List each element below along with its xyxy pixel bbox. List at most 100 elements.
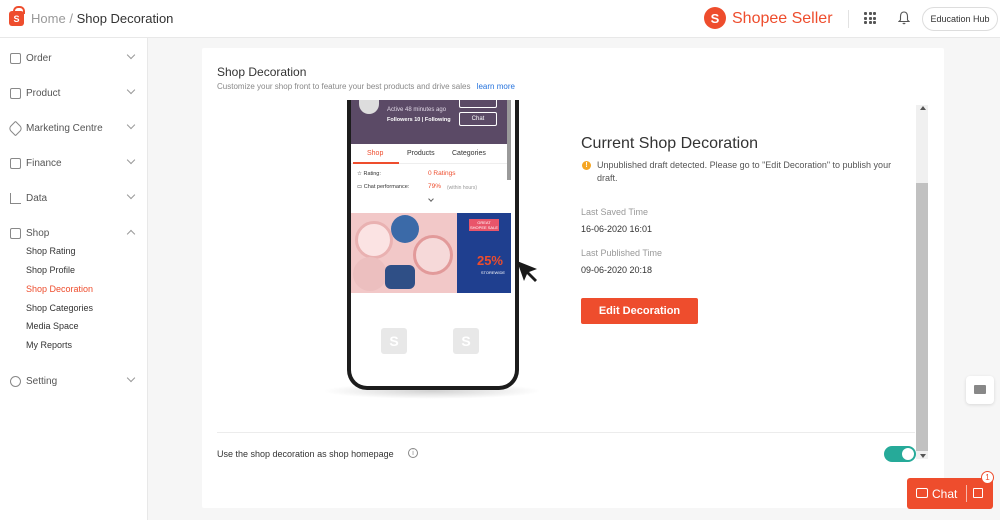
sidebar-item-product[interactable]: Product <box>0 85 148 105</box>
info-icon[interactable]: i <box>408 448 418 458</box>
chevron-down-icon <box>126 155 136 165</box>
shop-icon <box>10 228 21 239</box>
phone-tab-products: Products <box>407 150 435 157</box>
scroll-down-arrow-icon[interactable] <box>920 454 926 458</box>
chevron-down-icon <box>126 373 136 383</box>
order-icon <box>10 53 21 64</box>
sidebar-sub-my-reports[interactable]: My Reports <box>26 340 72 350</box>
shopee-logo-icon[interactable]: S <box>704 7 726 29</box>
sidebar-sub-shop-categories[interactable]: Shop Categories <box>26 303 93 313</box>
learn-more-link[interactable]: learn more <box>477 82 515 91</box>
tag-icon <box>7 120 24 137</box>
phone-chat-label: Chat <box>471 116 485 122</box>
phone-chat-perf-label: ▭ Chat performance: <box>357 184 410 190</box>
sidebar-sub-media-space[interactable]: Media Space <box>26 321 79 331</box>
phone-rating-label: ☆ Rating: <box>357 171 381 177</box>
sidebar-item-shop[interactable]: Shop <box>0 225 148 245</box>
shopee-bag-icon[interactable]: S <box>9 6 25 26</box>
phone-tab-categories: Categories <box>452 150 486 157</box>
chat-divider <box>966 485 967 502</box>
draft-warning-text: Unpublished draft detected. Please go to… <box>597 160 892 183</box>
phone-tab-indicator <box>353 162 399 164</box>
phone-rating-value: 0 Ratings <box>428 170 456 177</box>
brand-name[interactable]: Shopee Seller <box>732 10 833 28</box>
chat-bubble-icon <box>916 488 928 498</box>
chat-unread-badge: 1 <box>981 471 994 484</box>
product-icon <box>10 88 21 99</box>
chevron-down-icon <box>126 190 136 200</box>
chevron-down-icon <box>126 85 136 95</box>
phone-banner-image: GREAT SHOPEE SALE 25% STOREWIDE <box>351 213 511 293</box>
phone-followers: Followers 10 | Following <box>387 117 451 123</box>
shopee-bag-icon: S <box>453 328 479 354</box>
sidebar-item-label: Setting <box>26 376 58 387</box>
scroll-up-arrow-icon[interactable] <box>920 106 926 110</box>
last-saved-label: Last Saved Time <box>581 207 649 217</box>
warning-icon: ! <box>582 161 591 170</box>
chevron-down-icon <box>126 120 136 130</box>
breadcrumb-separator: / <box>69 11 73 26</box>
shop-avatar <box>359 100 379 114</box>
sidebar-item-label: Finance <box>26 158 62 169</box>
plate-shape <box>353 257 387 291</box>
sidebar-item-label: Order <box>26 53 52 64</box>
phone-follow-button <box>459 100 497 108</box>
phone-preview: Active 48 minutes ago Followers 10 | Fol… <box>347 100 519 390</box>
chevron-down-icon <box>428 196 434 202</box>
finance-icon <box>10 158 21 169</box>
plate-shape <box>355 221 393 259</box>
phone-chat-perf-note: (within hours) <box>447 185 478 191</box>
banner-subtitle: STOREWIDE <box>480 270 505 275</box>
last-published-value: 09-06-2020 20:18 <box>581 265 653 275</box>
phone-shop-header: Active 48 minutes ago Followers 10 | Fol… <box>351 100 511 144</box>
sidebar-item-label: Marketing Centre <box>26 123 103 134</box>
sidebar-sub-shop-rating[interactable]: Shop Rating <box>26 246 76 256</box>
education-hub-button[interactable]: Education Hub <box>922 7 998 31</box>
breadcrumb: Home / Shop Decoration <box>31 11 173 26</box>
inbox-icon[interactable] <box>966 376 994 404</box>
gear-icon <box>10 376 21 387</box>
last-published-label: Last Published Time <box>581 248 663 258</box>
breadcrumb-home[interactable]: Home <box>31 11 66 26</box>
last-saved-value: 16-06-2020 16:01 <box>581 224 653 234</box>
shop-decoration-card: Shop Decoration Customize your shop fron… <box>202 48 944 508</box>
toggle-knob <box>902 448 914 460</box>
apps-grid-icon[interactable] <box>864 12 876 24</box>
phone-chat-button: Chat <box>459 112 497 126</box>
phone-scrollbar <box>507 100 511 180</box>
phone-tabs: Shop Products Categories <box>351 144 511 164</box>
phone-chat-perf-value: 79% <box>428 183 442 190</box>
homepage-toggle[interactable] <box>884 446 916 462</box>
description-text: Customize your shop front to feature you… <box>217 82 471 91</box>
current-decoration-title: Current Shop Decoration <box>581 135 758 152</box>
sidebar-item-order[interactable]: Order <box>0 50 148 70</box>
edit-decoration-button[interactable]: Edit Decoration <box>581 298 698 324</box>
bell-icon[interactable] <box>898 11 910 25</box>
chat-label: Chat <box>932 487 958 501</box>
sidebar-item-label: Data <box>26 193 48 204</box>
phone-tab-shop: Shop <box>367 150 384 157</box>
banner-percent: 25% <box>476 253 503 268</box>
chevron-up-icon <box>126 229 136 239</box>
chat-button[interactable]: Chat <box>907 478 993 509</box>
homepage-toggle-label: Use the shop decoration as shop homepage <box>217 449 394 459</box>
sidebar-item-marketing-centre[interactable]: Marketing Centre <box>0 120 148 140</box>
sidebar: Order Product Marketing Centre Finance D… <box>0 38 148 520</box>
chevron-down-icon <box>126 50 136 60</box>
phone-active-status: Active 48 minutes ago <box>387 107 447 113</box>
chart-icon <box>10 193 21 204</box>
page-title: Shop Decoration <box>217 65 307 79</box>
scrollbar-thumb[interactable] <box>916 183 928 451</box>
sidebar-sub-shop-profile[interactable]: Shop Profile <box>26 265 75 275</box>
shopee-bag-icon: S <box>381 328 407 354</box>
sidebar-item-setting[interactable]: Setting <box>0 373 148 393</box>
sidebar-item-label: Shop <box>26 228 50 239</box>
sidebar-sub-shop-decoration[interactable]: Shop Decoration <box>26 284 93 294</box>
chat-expand-icon[interactable] <box>973 488 983 498</box>
page-description: Customize your shop front to feature you… <box>217 82 515 91</box>
sidebar-item-finance[interactable]: Finance <box>0 155 148 175</box>
top-bar: S Home / Shop Decoration S Shopee Seller… <box>0 0 1000 38</box>
plate-shape <box>391 215 419 243</box>
header-divider <box>848 10 849 28</box>
sidebar-item-data[interactable]: Data <box>0 190 148 210</box>
